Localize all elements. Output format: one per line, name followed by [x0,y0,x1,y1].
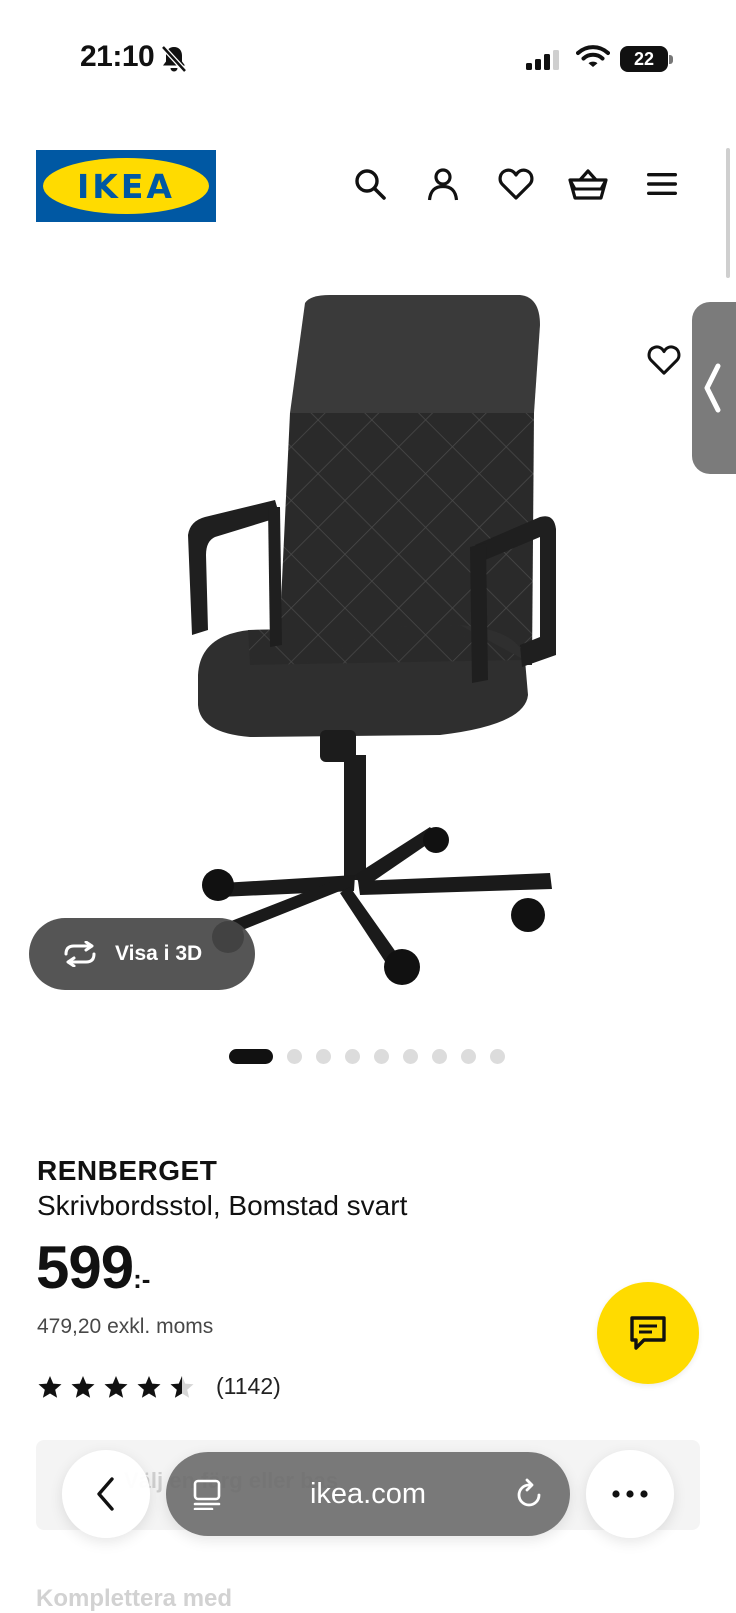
carousel-dot[interactable] [345,1049,360,1064]
cart-icon[interactable] [568,164,608,204]
wifi-icon [576,44,610,75]
side-panel-tab[interactable] [692,302,736,474]
bell-slash-icon [160,44,188,79]
star-full-icon [104,1375,128,1398]
product-rating[interactable]: (1142) [37,1373,281,1400]
carousel-dot[interactable] [490,1049,505,1064]
signal-icon [526,50,562,75]
price-value: 599 [36,1234,134,1301]
price-excl-vat: 479,20 exkl. moms [37,1315,214,1338]
carousel-dot[interactable] [287,1049,302,1064]
logo-oval: IKEA [43,158,209,214]
reload-icon[interactable] [514,1478,544,1510]
tabs-icon [193,1479,221,1510]
chat-button[interactable] [597,1282,699,1384]
menu-icon[interactable] [642,164,682,204]
product-description: Skrivbordsstol, Bomstad svart [37,1190,408,1221]
account-icon[interactable] [423,164,463,204]
battery-icon: 22 [620,46,668,72]
carousel-pagination [229,1049,505,1064]
heart-icon[interactable] [496,164,536,204]
view-3d-button[interactable]: Visa i 3D [29,918,255,990]
carousel-dot[interactable] [316,1049,331,1064]
url-text[interactable]: ikea.com [222,1478,514,1511]
back-icon [97,1477,114,1511]
price-suffix: :- [133,1264,151,1294]
more-options-button[interactable] [586,1450,674,1538]
browser-back-button[interactable] [62,1450,150,1538]
view-3d-label: Visa i 3D [115,942,203,965]
product-image[interactable] [130,285,590,1005]
carousel-dot-active[interactable] [229,1049,273,1064]
star-half-icon [170,1375,194,1398]
search-icon[interactable] [350,164,390,204]
heart-icon [647,345,681,375]
complement-heading: Komplettera med [36,1585,233,1612]
carousel-dot[interactable] [403,1049,418,1064]
chat-icon [630,1316,666,1350]
star-full-icon [137,1375,161,1398]
logo-text: IKEA [77,166,175,206]
product-name: RENBERGET [37,1155,218,1186]
chevron-left-icon [704,363,721,413]
carousel-dot[interactable] [432,1049,447,1064]
ikea-logo[interactable]: IKEA [36,150,216,222]
scroll-indicator[interactable] [726,148,730,278]
star-full-icon [71,1375,95,1398]
address-bar[interactable]: ikea.com [166,1452,570,1536]
rotate-3d-icon [64,941,96,967]
battery-tip [669,55,673,64]
more-icon [612,1490,648,1498]
favorite-button[interactable] [642,338,686,382]
carousel-dot[interactable] [461,1049,476,1064]
rating-count[interactable]: (1142) [216,1373,281,1400]
carousel-dot[interactable] [374,1049,389,1064]
status-time: 21:10 [80,40,155,73]
star-full-icon [38,1375,62,1398]
product-price: 599:- [36,1238,150,1309]
